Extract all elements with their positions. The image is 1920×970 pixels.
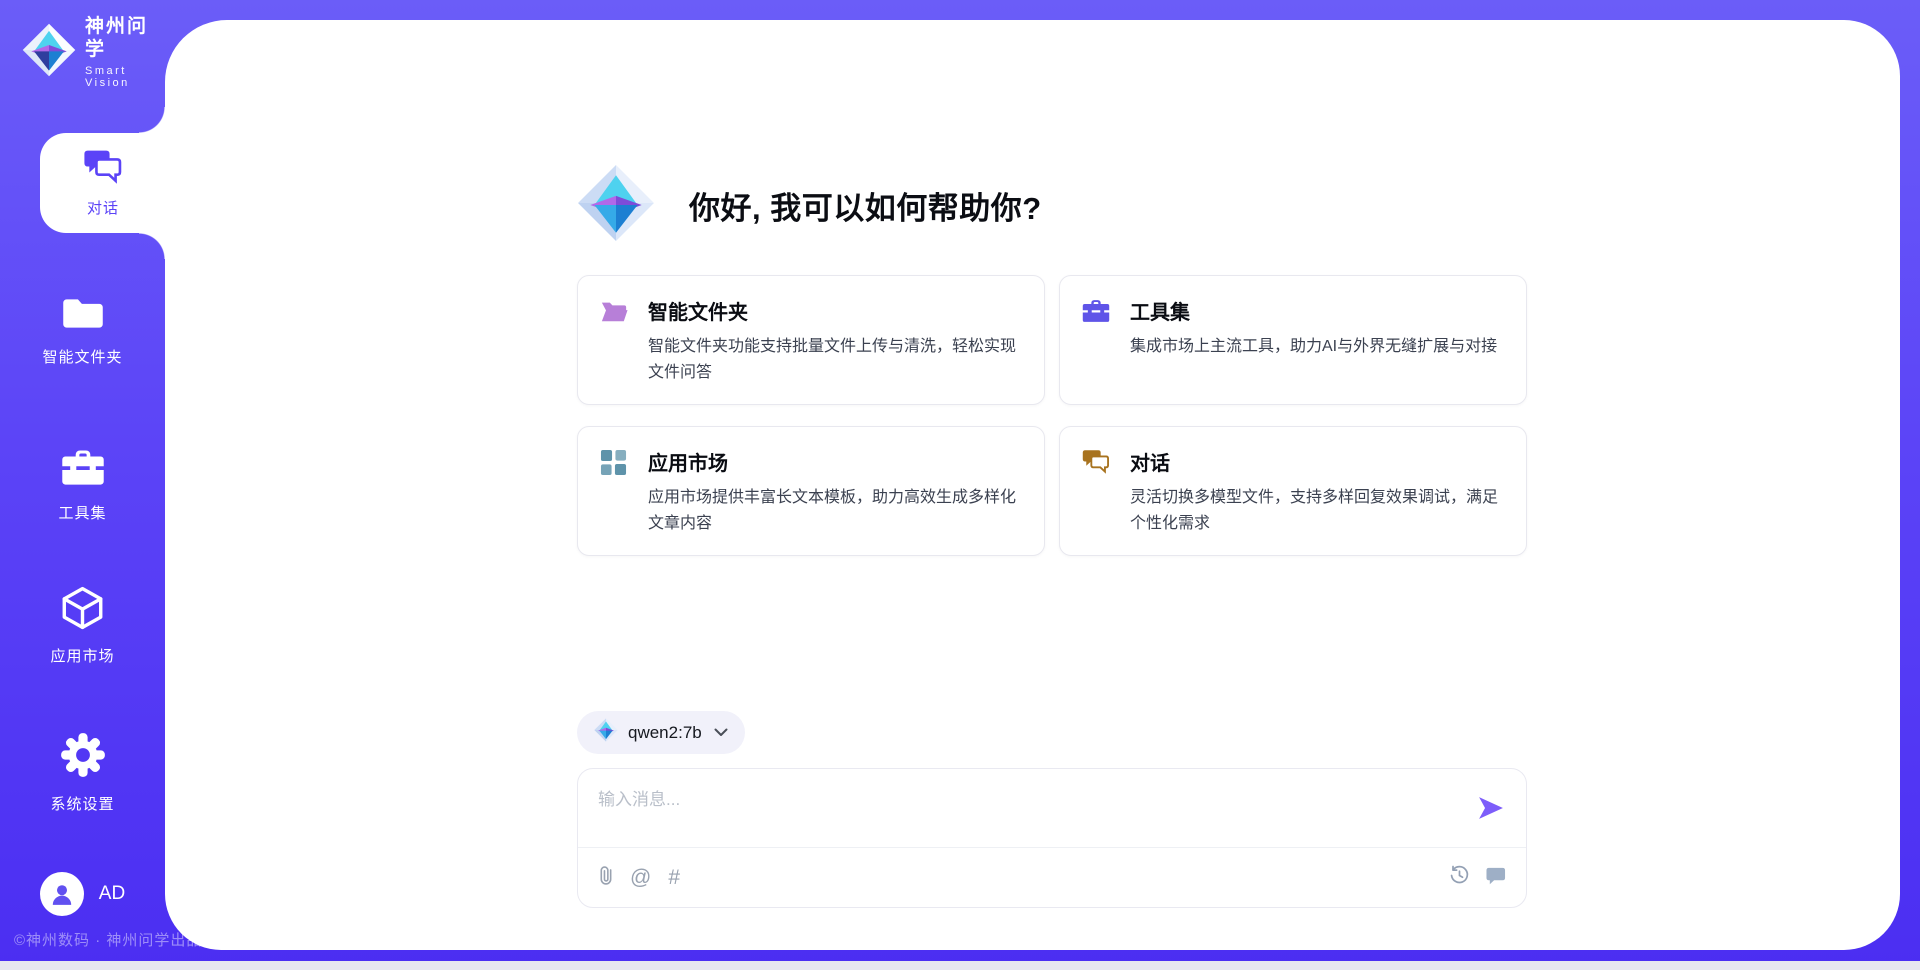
sidebar-item-chat[interactable]: 对话 — [40, 133, 166, 233]
brand-name: 神州问学 — [85, 16, 165, 62]
sidebar-item-label: 智能文件夹 — [42, 346, 122, 367]
horizontal-scrollbar[interactable] — [0, 961, 1920, 970]
card-title: 智能文件夹 — [648, 296, 1022, 325]
brand-diamond-icon — [577, 164, 655, 247]
brand-subtitle: Smart Vision — [85, 65, 165, 89]
feature-cards: 智能文件夹 智能文件夹功能支持批量文件上传与清洗，轻松实现文件问答 工具集 — [577, 275, 1527, 556]
main-content-panel: 你好, 我可以如何帮助你? 智能文件夹 智能文件夹功能支持批量文件上传与清洗，轻… — [165, 20, 1900, 950]
history-icon — [1449, 865, 1470, 890]
logo-diamond-icon — [22, 23, 76, 82]
card-title: 应用市场 — [648, 447, 1022, 476]
greeting-text: 你好, 我可以如何帮助你? — [689, 183, 1042, 228]
greeting-row: 你好, 我可以如何帮助你? — [577, 164, 1042, 247]
gear-icon — [60, 732, 106, 782]
history-button[interactable] — [1449, 865, 1470, 890]
composer-tools-right — [1449, 865, 1506, 890]
hash-icon: # — [668, 867, 680, 888]
card-smart-folder[interactable]: 智能文件夹 智能文件夹功能支持批量文件上传与清洗，轻松实现文件问答 — [577, 275, 1045, 405]
card-app-market[interactable]: 应用市场 应用市场提供丰富长文本模板，助力高效生成多样化文章内容 — [577, 426, 1045, 556]
chat-icon — [1082, 449, 1110, 535]
sidebar-item-app-market[interactable]: 应用市场 — [0, 586, 165, 666]
card-title: 对话 — [1130, 447, 1504, 476]
toolbox-icon — [61, 448, 105, 491]
card-description: 灵活切换多模型文件，支持多样回复效果调试，满足个性化需求 — [1130, 485, 1504, 536]
cube-icon — [62, 586, 103, 634]
card-text: 应用市场 应用市场提供丰富长文本模板，助力高效生成多样化文章内容 — [648, 447, 1022, 535]
topic-button[interactable]: # — [668, 867, 680, 888]
model-selector[interactable]: qwen2:7b — [577, 711, 745, 754]
composer-tools-left: @ # — [598, 865, 680, 890]
composer-toolbar: @ # — [578, 847, 1526, 907]
card-description: 集成市场上主流工具，助力AI与外界无缝扩展与对接 — [1130, 334, 1497, 360]
sidebar-item-toolset[interactable]: 工具集 — [0, 448, 165, 523]
app-logo: 神州问学 Smart Vision — [22, 16, 165, 89]
avatar — [40, 872, 84, 916]
grid-icon — [600, 449, 628, 535]
sidebar-item-label: 工具集 — [58, 502, 106, 523]
sidebar-item-label: 应用市场 — [50, 645, 114, 666]
paperclip-icon — [598, 865, 613, 890]
toolbox-icon — [1082, 298, 1110, 384]
card-title: 工具集 — [1130, 296, 1497, 325]
message-input[interactable] — [598, 785, 1438, 837]
card-description: 应用市场提供丰富长文本模板，助力高效生成多样化文章内容 — [648, 485, 1022, 536]
user-name: AD — [99, 883, 125, 905]
user-menu[interactable]: AD — [0, 872, 165, 916]
card-toolset[interactable]: 工具集 集成市场上主流工具，助力AI与外界无缝扩展与对接 — [1059, 275, 1527, 405]
at-icon: @ — [630, 867, 651, 888]
send-button[interactable] — [1478, 797, 1504, 819]
card-text: 对话 灵活切换多模型文件，支持多样回复效果调试，满足个性化需求 — [1130, 447, 1504, 535]
logo-text: 神州问学 Smart Vision — [85, 16, 165, 89]
folder-icon — [62, 296, 104, 335]
chat-bubble-button[interactable] — [1486, 866, 1506, 890]
model-name: qwen2:7b — [628, 723, 702, 743]
mention-button[interactable]: @ — [630, 867, 651, 888]
copyright-footer: ©神州数码 · 神州问学出品 — [14, 929, 202, 950]
card-chat[interactable]: 对话 灵活切换多模型文件，支持多样回复效果调试，满足个性化需求 — [1059, 426, 1527, 556]
active-tab-top-fillet — [139, 107, 165, 133]
model-diamond-icon — [594, 718, 618, 747]
active-tab-bottom-fillet — [139, 233, 165, 259]
chevron-down-icon — [714, 728, 728, 737]
sidebar: 神州问学 Smart Vision 对话 智能文件夹 — [0, 0, 165, 970]
sidebar-item-label: 对话 — [87, 197, 119, 218]
sidebar-item-system-settings[interactable]: 系统设置 — [0, 732, 165, 814]
card-text: 智能文件夹 智能文件夹功能支持批量文件上传与清洗，轻松实现文件问答 — [648, 296, 1022, 384]
chat-bubble-icon — [1486, 866, 1506, 890]
folder-icon — [600, 298, 628, 384]
sidebar-item-smart-folder[interactable]: 智能文件夹 — [0, 296, 165, 367]
chat-icon — [82, 149, 124, 188]
card-description: 智能文件夹功能支持批量文件上传与清洗，轻松实现文件问答 — [648, 334, 1022, 385]
attach-button[interactable] — [598, 865, 613, 890]
message-composer: @ # — [577, 768, 1527, 908]
sidebar-item-label: 系统设置 — [50, 793, 114, 814]
card-text: 工具集 集成市场上主流工具，助力AI与外界无缝扩展与对接 — [1130, 296, 1497, 384]
